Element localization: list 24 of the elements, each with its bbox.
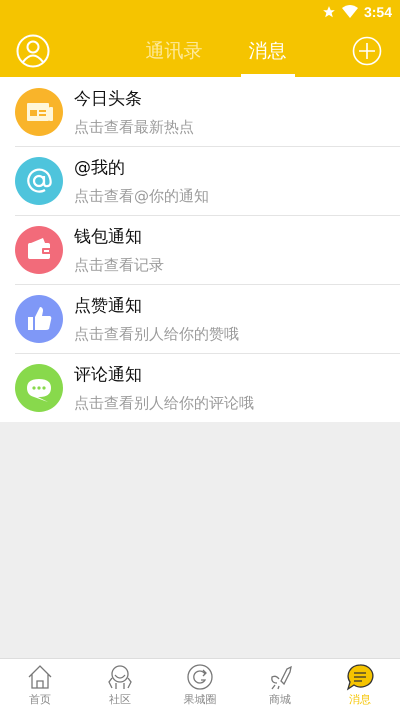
message-title: 评论通知 [74,364,143,386]
message-title: 钱包通知 [74,226,143,248]
message-title: @我的 [74,157,126,179]
message-subtitle: 点击查看最新热点 [74,118,194,137]
user-icon[interactable] [16,34,50,68]
star-icon [322,5,336,19]
message-subtitle: 点击查看@你的通知 [74,187,209,206]
nav-tab[interactable]: 果城圈 [160,659,240,711]
wifi-icon [342,5,358,19]
nav-tab[interactable]: 社区 [80,659,160,711]
nav-tab[interactable]: 商城 [240,659,320,711]
message-subtitle: 点击查看记录 [74,256,164,275]
message-subtitle: 点击查看别人给你的评论哦 [74,394,254,413]
message-title: 今日头条 [74,88,143,110]
nav-label: 商城 [269,692,291,707]
status-time: 3:54 [364,4,392,20]
nav-label: 果城圈 [184,692,216,707]
add-icon[interactable] [352,36,382,66]
nav-label: 消息 [349,692,371,707]
message-subtitle: 点击查看别人给你的赞哦 [74,325,239,344]
message-title: 点赞通知 [74,295,143,317]
nav-tab[interactable]: 首页 [0,659,80,711]
nav-label: 首页 [29,692,51,707]
nav-label: 社区 [109,692,131,707]
